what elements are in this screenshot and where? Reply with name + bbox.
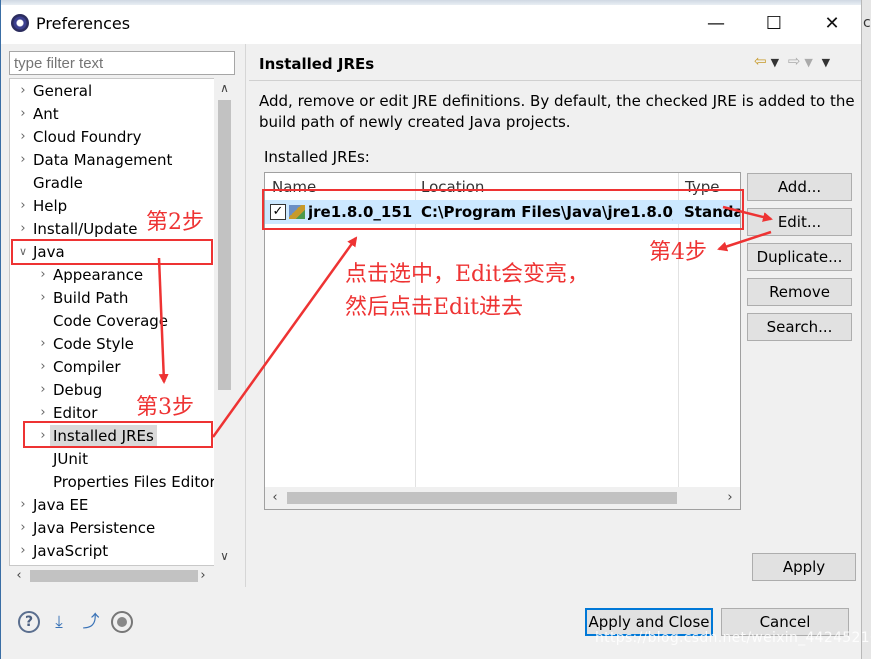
page-title: Installed JREs	[259, 55, 375, 73]
export-icon[interactable]: ⤴	[80, 611, 102, 633]
add-button[interactable]: Add...	[747, 173, 852, 201]
background-window-edge: c	[861, 0, 871, 659]
remove-button[interactable]: Remove	[747, 278, 852, 306]
chevron-right-icon[interactable]: ›	[16, 149, 30, 171]
preference-tree: › General › Ant › Cloud Foundry › Data Manag…	[9, 78, 235, 566]
forward-dropdown-icon[interactable]: ▼	[804, 56, 812, 69]
chevron-right-icon[interactable]: ›	[36, 287, 50, 309]
scroll-thumb[interactable]	[287, 492, 677, 504]
scroll-thumb[interactable]	[218, 100, 231, 390]
duplicate-button[interactable]: Duplicate...	[747, 243, 852, 271]
chevron-right-icon[interactable]: ›	[36, 264, 50, 286]
chevron-right-icon[interactable]: ›	[36, 356, 50, 378]
page-navigation: ⇦ ▼ ⇨ ▼ ▼	[754, 52, 834, 70]
highlight-installed-jres	[23, 421, 213, 448]
import-icon[interactable]: ⤓	[48, 611, 70, 633]
chevron-right-icon[interactable]: ›	[16, 218, 30, 240]
step-4-label: 第4步	[649, 240, 707, 265]
eclipse-icon	[11, 14, 29, 32]
chevron-up-icon[interactable]: ∧	[214, 78, 235, 98]
scroll-thumb[interactable]	[30, 570, 198, 582]
chevron-left-icon[interactable]: ‹	[265, 487, 285, 509]
chevron-right-icon[interactable]: ›	[16, 494, 30, 516]
window-title: Preferences	[36, 14, 131, 33]
title-bar: Preferences — ☐ ✕	[1, 0, 871, 44]
watermark: https://blog.csdn.net/weixin_44245216	[595, 630, 871, 646]
step-2-label: 第2步	[146, 210, 204, 235]
chevron-right-icon[interactable]: ›	[36, 379, 50, 401]
title-separator	[249, 80, 861, 81]
chevron-right-icon[interactable]: ›	[16, 103, 30, 125]
record-icon[interactable]	[111, 611, 133, 633]
panel-divider[interactable]	[245, 44, 246, 587]
background-window-text: c	[863, 15, 871, 31]
apply-button[interactable]: Apply	[752, 553, 856, 581]
chevron-right-icon[interactable]: ›	[16, 540, 30, 562]
forward-arrow-icon[interactable]: ⇨	[788, 52, 801, 70]
instruction-line-1: 点击选中，Edit会变亮，	[345, 262, 590, 287]
search-button[interactable]: Search...	[747, 313, 852, 341]
chevron-right-icon[interactable]: ›	[36, 333, 50, 355]
chevron-right-icon[interactable]: ›	[16, 195, 30, 217]
back-dropdown-icon[interactable]: ▼	[771, 56, 779, 69]
tree-horizontal-scrollbar[interactable]: ‹ ›	[9, 566, 235, 586]
chevron-left-icon[interactable]: ‹	[9, 566, 29, 586]
installed-jres-label: Installed JREs:	[264, 148, 370, 166]
back-arrow-icon[interactable]: ⇦	[754, 52, 767, 70]
host-toolbar-strip	[1, 0, 871, 5]
tree-vertical-scrollbar[interactable]: ∧ ∨	[214, 78, 235, 566]
instruction-line-2: 然后点击Edit进去	[345, 295, 524, 320]
edit-button[interactable]: Edit...	[747, 208, 852, 236]
page-description: Add, remove or edit JRE definitions. By …	[259, 92, 855, 131]
close-button[interactable]: ✕	[809, 8, 855, 38]
chevron-right-icon[interactable]: ›	[720, 487, 740, 509]
minimize-button[interactable]: —	[693, 8, 739, 38]
highlight-java	[11, 239, 213, 265]
filter-input[interactable]	[9, 51, 235, 75]
chevron-down-icon[interactable]: ∨	[214, 546, 235, 566]
chevron-right-icon[interactable]: ›	[16, 517, 30, 539]
maximize-button[interactable]: ☐	[751, 8, 797, 38]
help-icon[interactable]: ?	[18, 611, 40, 633]
chevron-right-icon[interactable]: ›	[193, 566, 213, 586]
step-3-label: 第3步	[136, 395, 194, 420]
chevron-right-icon[interactable]: ›	[16, 80, 30, 102]
preferences-window: Preferences — ☐ ✕ c ›General ›Ant ›Cloud…	[0, 0, 871, 659]
highlight-jre-row	[262, 189, 744, 230]
chevron-right-icon[interactable]: ›	[16, 126, 30, 148]
table-horizontal-scrollbar[interactable]: ‹ ›	[265, 487, 740, 509]
view-menu-icon[interactable]: ▼	[822, 56, 830, 69]
